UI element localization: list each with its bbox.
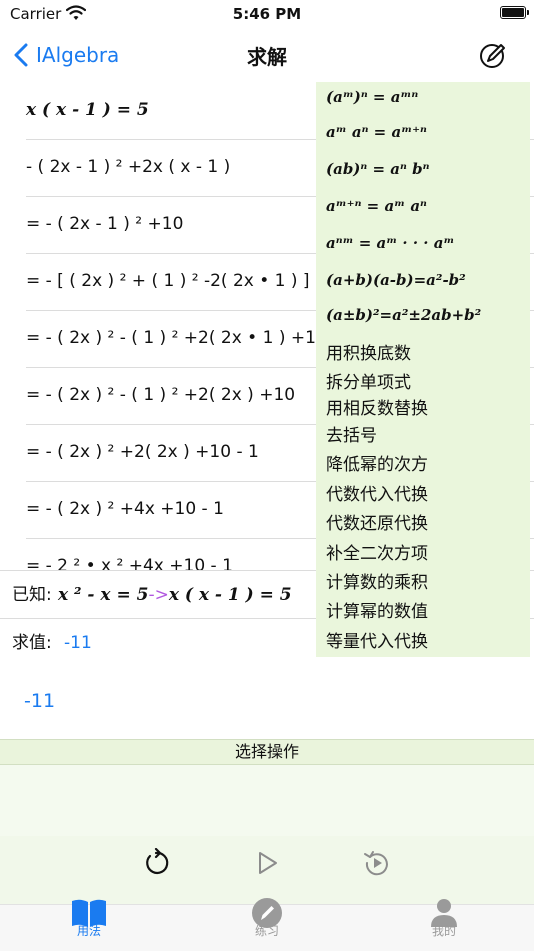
step-text: - ( 2x - 1 ) ² +2x ( x - 1 ) xyxy=(26,157,231,177)
known-label: 已知: xyxy=(12,585,52,605)
rule-item[interactable]: 拆分单项式 xyxy=(326,368,411,393)
tab-usage[interactable]: 用法 xyxy=(49,893,129,938)
tab-practice[interactable]: 练习 xyxy=(227,893,307,938)
rule-item[interactable]: 降低幂的次方 xyxy=(326,450,428,475)
refresh-icon[interactable] xyxy=(141,848,171,878)
operations-area xyxy=(0,765,534,836)
tab-label: 练习 xyxy=(254,924,279,938)
clock: 5:46 PM xyxy=(232,5,302,23)
rule-item[interactable]: 等量代入代换 xyxy=(326,627,428,652)
known-rhs: x ( x - 1 ) = 5 xyxy=(168,585,292,605)
tab-mine[interactable]: 我的 xyxy=(404,893,484,938)
rule-item[interactable]: 计算数的乘积 xyxy=(326,568,428,593)
rule-item[interactable]: aᵐ aⁿ = aᵐ⁺ⁿ xyxy=(326,123,427,141)
navigation-bar: IAlgebra 求解 xyxy=(0,30,534,80)
tab-label: 用法 xyxy=(76,924,101,938)
step-text: x ( x - 1 ) = 5 xyxy=(26,100,149,120)
rule-item[interactable]: aⁿᵐ = aᵐ · · · aᵐ xyxy=(326,234,454,252)
known-arrow: -> xyxy=(148,585,169,605)
page-title: 求解 xyxy=(247,45,287,69)
step-text: = - ( 2x ) ² - ( 1 ) ² +2( 2x ) +10 xyxy=(26,385,296,405)
play-icon[interactable] xyxy=(252,848,282,878)
rule-item[interactable]: (aᵐ)ⁿ = aᵐⁿ xyxy=(326,88,418,106)
answer-value: -11 xyxy=(24,690,56,712)
edit-circle-icon[interactable] xyxy=(478,40,508,70)
rule-item[interactable]: (ab)ⁿ = aⁿ bⁿ xyxy=(326,160,429,178)
operations-header: 选择操作 xyxy=(0,739,534,765)
status-bar: Carrier 5:46 PM xyxy=(0,0,534,30)
battery-icon xyxy=(500,6,529,19)
step-text: = - ( 2x ) ² +2( 2x ) +10 - 1 xyxy=(26,442,259,462)
rules-panel: (aᵐ)ⁿ = aᵐⁿ aᵐ aⁿ = aᵐ⁺ⁿ (ab)ⁿ = aⁿ bⁿ a… xyxy=(316,82,530,657)
rule-item[interactable]: 补全二次方项 xyxy=(326,539,428,564)
rule-item[interactable]: (a±b)²=a²±2ab+b² xyxy=(326,306,481,324)
rule-item[interactable]: aᵐ⁺ⁿ = aᵐ aⁿ xyxy=(326,197,427,215)
rule-item[interactable]: 代数代入代换 xyxy=(326,480,428,505)
step-text: = - [ ( 2x ) ² + ( 1 ) ² -2( 2x • 1 ) ] … xyxy=(26,271,351,291)
rule-item[interactable]: 用相反数替换 xyxy=(326,394,428,419)
solve-label: 求值: xyxy=(12,633,52,653)
step-text: = - ( 2x ) ² - ( 1 ) ² +2( 2x • 1 ) +10 xyxy=(26,328,327,348)
step-text: = - ( 2x - 1 ) ² +10 xyxy=(26,214,184,234)
rule-item[interactable]: 去括号 xyxy=(326,421,377,446)
rule-item[interactable]: (a+b)(a-b)=a²-b² xyxy=(326,271,466,289)
replay-icon[interactable] xyxy=(362,848,392,878)
tab-label: 我的 xyxy=(431,924,456,938)
rule-item[interactable]: 计算幂的数值 xyxy=(326,597,428,622)
known-lhs: x ² - x = 5 xyxy=(58,585,149,605)
tab-bar: 用法 练习 我的 xyxy=(0,898,534,951)
rule-item[interactable]: 用积换底数 xyxy=(326,339,411,364)
step-text: = - 2 ² • x ² +4x +10 - 1 xyxy=(26,556,233,570)
rule-item[interactable]: 代数还原代换 xyxy=(326,509,428,534)
solve-value: -11 xyxy=(64,633,92,653)
known-equation: x ² - x = 5->x ( x - 1 ) = 5 xyxy=(58,571,292,619)
step-text: = - ( 2x ) ² +4x +10 - 1 xyxy=(26,499,224,519)
